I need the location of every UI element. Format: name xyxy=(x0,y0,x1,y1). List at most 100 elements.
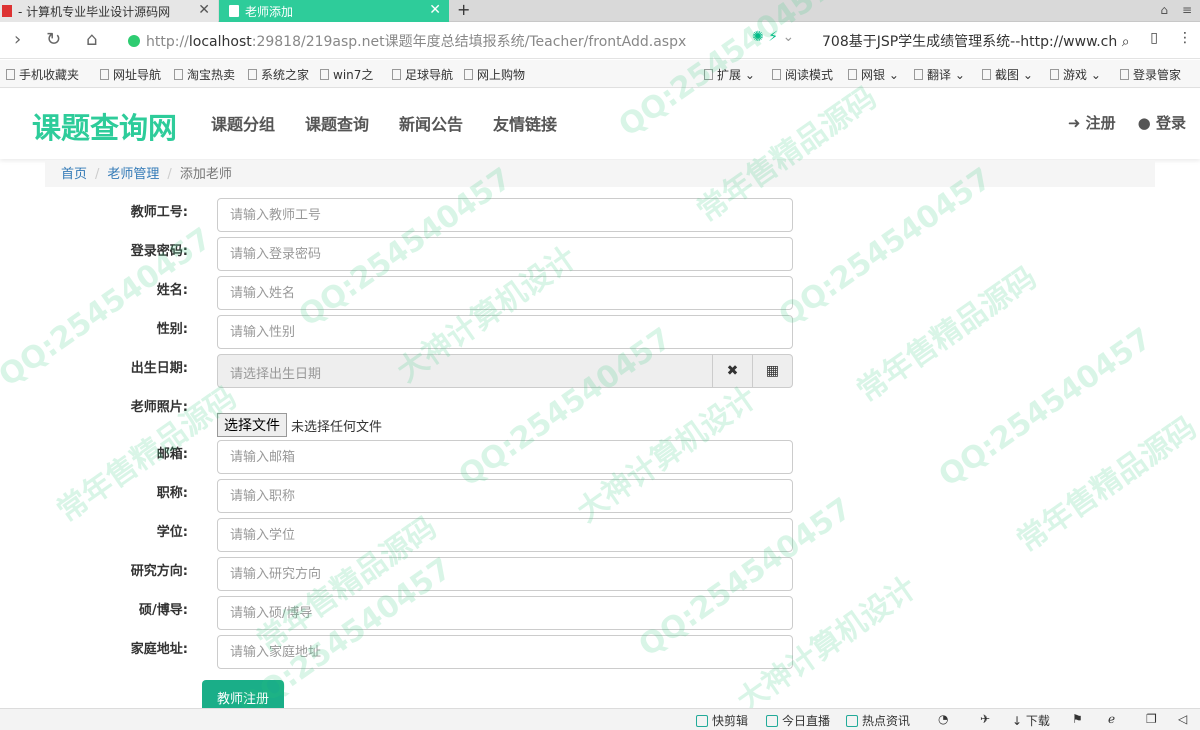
birthdate-placeholder: 请选择出生日期 xyxy=(230,367,322,382)
research-input[interactable] xyxy=(217,557,793,591)
toolbar-translate[interactable]: 翻译 ⌄ xyxy=(914,66,965,83)
teacher-id-input[interactable] xyxy=(217,198,793,232)
gender-input[interactable] xyxy=(217,315,793,349)
bookmark-label: 网址导航 xyxy=(113,68,162,82)
breadcrumb-separator: / xyxy=(167,167,172,182)
status-window-icon[interactable]: ❐ xyxy=(1146,712,1157,726)
address-label: 家庭地址: xyxy=(130,642,188,657)
news-icon xyxy=(846,715,858,727)
toolbar-screenshot[interactable]: 截图 ⌄ xyxy=(982,66,1033,83)
email-input[interactable] xyxy=(217,440,793,474)
status-news[interactable]: 热点资讯 xyxy=(846,712,910,729)
watermark-text: 常年售精品源码 xyxy=(850,260,1044,410)
nav-news[interactable]: 新闻公告 xyxy=(399,111,463,135)
toolbar-extensions[interactable]: 扩展 ⌄ xyxy=(704,66,755,83)
quick-edit-icon xyxy=(696,715,708,727)
nav-links[interactable]: 友情链接 xyxy=(493,111,557,135)
compat-icon[interactable]: ✺ xyxy=(752,29,764,45)
status-speed-icon[interactable]: ◔ xyxy=(938,712,948,726)
window-controls: ⌂ ≡ xyxy=(1160,3,1192,17)
bookmark-label: 淘宝热卖 xyxy=(187,68,236,82)
bookmark-icon xyxy=(100,69,109,80)
tab-label: - 计算机专业毕业设计源码网 xyxy=(18,4,171,19)
supervisor-input[interactable] xyxy=(217,596,793,630)
birthdate-picker[interactable]: 请选择出生日期 ✖ ▦ xyxy=(217,354,793,388)
status-quick-edit[interactable]: 快剪辑 xyxy=(696,712,748,729)
toolbar-login-manager[interactable]: 登录管家 xyxy=(1120,66,1181,83)
reader-icon xyxy=(772,69,781,80)
bookmark-item[interactable]: 网址导航 xyxy=(100,66,161,83)
tab-source-site[interactable]: - 计算机专业毕业设计源码网 ✕ xyxy=(0,0,218,22)
toolbar-label: 扩展 xyxy=(717,68,742,82)
clear-date-icon[interactable]: ✖ xyxy=(712,355,752,387)
bookmark-item[interactable]: 淘宝热卖 xyxy=(174,66,235,83)
close-tab-icon[interactable]: ✕ xyxy=(198,2,210,18)
new-tab-button[interactable]: + xyxy=(457,0,470,20)
status-rocket-icon[interactable]: ✈ xyxy=(980,712,990,726)
status-label: 今日直播 xyxy=(782,714,831,728)
close-tab-icon[interactable]: ✕ xyxy=(429,2,441,18)
search-input[interactable]: 708基于JSP学生成绩管理系统--http://www.ch ⌕ xyxy=(822,31,1130,51)
home-icon[interactable]: ⌂ xyxy=(86,29,97,50)
bookmark-icon xyxy=(6,69,15,80)
main-nav: 课题分组 课题查询 新闻公告 友情链接 xyxy=(211,111,557,135)
toolbar-bank[interactable]: 网银 ⌄ xyxy=(848,66,899,83)
phone-icon[interactable]: ▯ xyxy=(1150,30,1158,46)
bookmark-item[interactable]: 网上购物 xyxy=(464,66,525,83)
register-link[interactable]: ➜ 注册 xyxy=(1068,112,1116,133)
menu-icon[interactable]: ≡ xyxy=(1182,3,1192,17)
bookmark-label: win7之 xyxy=(333,68,374,82)
nav-topic-groups[interactable]: 课题分组 xyxy=(211,111,275,135)
breadcrumb-teacher-management[interactable]: 老师管理 xyxy=(107,167,159,182)
bookmark-icon xyxy=(248,69,257,80)
skin-icon[interactable]: ⌂ xyxy=(1160,3,1168,17)
reload-icon[interactable]: ↻ xyxy=(46,29,61,50)
status-ie-icon[interactable]: ℯ xyxy=(1108,712,1115,726)
gender-label: 性别: xyxy=(156,322,188,337)
toolbar-label: 翻译 xyxy=(927,68,952,82)
url-field[interactable]: http://localhost:29818/219asp.net课题年度总结填… xyxy=(128,31,686,51)
name-label: 姓名: xyxy=(156,283,188,298)
tab-add-teacher[interactable]: 老师添加 ✕ xyxy=(219,0,449,22)
degree-input[interactable] xyxy=(217,518,793,552)
secure-icon xyxy=(128,35,140,47)
bookmark-icon xyxy=(392,69,401,80)
status-download[interactable]: ↓ 下载 xyxy=(1012,712,1050,729)
tab-label: 老师添加 xyxy=(245,4,294,19)
login-link[interactable]: ● 登录 xyxy=(1138,112,1186,133)
bookmark-label: 手机收藏夹 xyxy=(19,68,80,82)
calendar-icon[interactable]: ▦ xyxy=(752,355,792,387)
site-logo[interactable]: 课题查询网 xyxy=(32,105,177,147)
status-live[interactable]: 今日直播 xyxy=(766,712,830,729)
bookmark-label: 系统之家 xyxy=(261,68,310,82)
toolbar-reader[interactable]: 阅读模式 xyxy=(772,66,833,83)
nav-topic-search[interactable]: 课题查询 xyxy=(305,111,369,135)
breadcrumb-home[interactable]: 首页 xyxy=(61,167,87,182)
forward-icon[interactable]: › xyxy=(14,29,21,50)
dropdown-icon[interactable]: ⌄ xyxy=(782,29,794,45)
bookmark-item[interactable]: win7之 xyxy=(320,66,373,83)
bookmark-item[interactable]: 足球导航 xyxy=(392,66,453,83)
name-input[interactable] xyxy=(217,276,793,310)
bookmark-icon xyxy=(174,69,183,80)
toolbar-label: 阅读模式 xyxy=(785,68,834,82)
games-icon xyxy=(1050,69,1059,80)
bookmark-item[interactable]: 手机收藏夹 xyxy=(6,66,79,83)
watermark-text: QQ:254540457 xyxy=(932,321,1159,494)
bookmark-label: 足球导航 xyxy=(405,68,454,82)
bookmark-item[interactable]: 系统之家 xyxy=(248,66,309,83)
choose-file-button[interactable]: 选择文件 xyxy=(217,413,287,437)
status-flag-icon[interactable]: ⚑ xyxy=(1072,712,1083,726)
toolbar-games[interactable]: 游戏 ⌄ xyxy=(1050,66,1101,83)
status-volume-icon[interactable]: ◁ xyxy=(1178,712,1187,726)
search-icon[interactable]: ⌕ xyxy=(1122,34,1130,50)
title-input[interactable] xyxy=(217,479,793,513)
bookmark-icon xyxy=(464,69,473,80)
more-icon[interactable]: ⋮ xyxy=(1178,30,1192,46)
password-input[interactable] xyxy=(217,237,793,271)
breadcrumb-separator: / xyxy=(95,167,100,182)
speed-icon[interactable]: ⚡ xyxy=(768,29,778,45)
browser-status-bar: 快剪辑 今日直播 热点资讯 ↓ 下载 ◔ ✈ ⚑ ℯ ❐ ◁ xyxy=(0,708,1200,730)
address-input[interactable] xyxy=(217,635,793,669)
bookmark-label: 网上购物 xyxy=(477,68,526,82)
